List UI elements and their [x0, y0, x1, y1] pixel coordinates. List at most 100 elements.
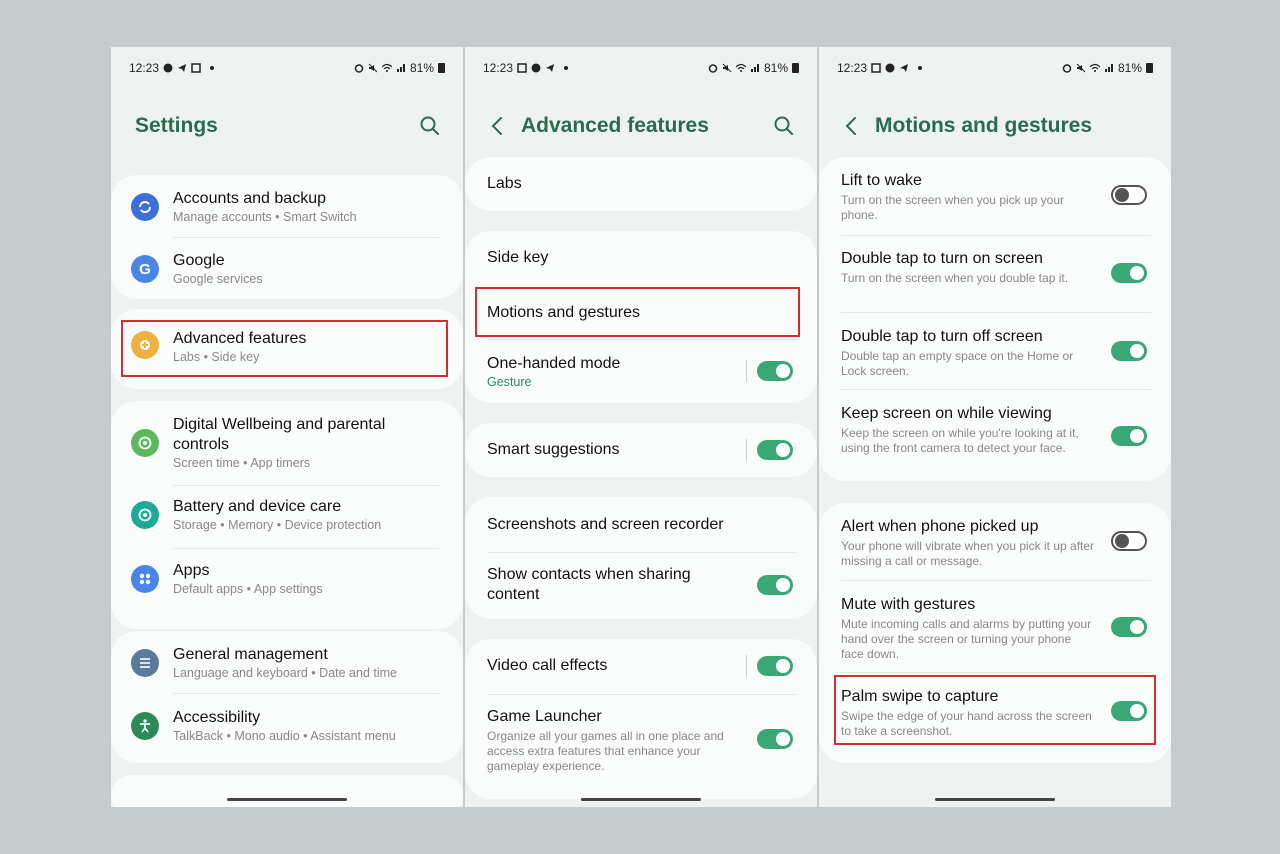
heart-icon	[131, 429, 159, 457]
setting-description: Mute incoming calls and alarms by puttin…	[841, 617, 1092, 661]
separator	[746, 439, 747, 461]
settings-item-title: Apps	[173, 562, 210, 579]
menu-item-video-call-effects[interactable]: Video call effects	[487, 656, 797, 676]
setting-alert-picked-up[interactable]: Alert when phone picked up Your phone wi…	[841, 517, 1095, 569]
setting-title: Lift to wake	[841, 172, 922, 189]
search-icon[interactable]	[419, 115, 441, 137]
menu-item-smart-suggestions[interactable]: Smart suggestions	[487, 440, 797, 460]
divider	[173, 693, 439, 694]
app-bar: Motions and gestures	[819, 109, 1171, 143]
menu-item-title: One-handed mode	[487, 355, 621, 372]
status-bar: 12:23 81%	[837, 61, 1153, 75]
setting-title: Alert when phone picked up	[841, 518, 1039, 535]
menu-item-labs[interactable]: Labs	[487, 174, 797, 194]
settings-item-accounts[interactable]: Accounts and backup Manage accounts • Sm…	[111, 189, 463, 233]
mute-icon	[368, 63, 378, 73]
settings-item-subtitle: Google services	[173, 272, 263, 286]
search-icon[interactable]	[773, 115, 795, 137]
video-call-effects-toggle[interactable]	[757, 656, 793, 676]
google-icon: G	[131, 255, 159, 283]
message-icon	[531, 63, 541, 73]
back-arrow-icon[interactable]	[833, 109, 869, 143]
menu-item-game-launcher[interactable]: Game Launcher Organize all your games al…	[487, 707, 737, 774]
battery-icon	[792, 63, 799, 73]
settings-item-apps[interactable]: Apps Default apps • App settings	[111, 561, 463, 605]
settings-item-general-management[interactable]: General management Language and keyboard…	[111, 645, 463, 689]
signal-icon	[1104, 64, 1113, 72]
gallery-icon	[191, 63, 201, 73]
mute-with-gestures-toggle[interactable]	[1111, 617, 1147, 637]
settings-item-title: General management	[173, 646, 328, 663]
battery-icon	[1146, 63, 1153, 73]
home-indicator[interactable]	[581, 798, 701, 801]
screenshots-card: Screenshots and screen recorder Show con…	[465, 497, 817, 619]
status-time: 12:23	[483, 61, 514, 75]
one-handed-mode-toggle[interactable]	[757, 361, 793, 381]
setting-mute-with-gestures[interactable]: Mute with gestures Mute incoming calls a…	[841, 595, 1095, 662]
status-bar: 12:23 81%	[483, 61, 799, 75]
smart-suggestions-toggle[interactable]	[757, 440, 793, 460]
lift-to-wake-toggle[interactable]	[1111, 185, 1147, 205]
settings-item-battery[interactable]: Battery and device care Storage • Memory…	[111, 497, 463, 541]
settings-item-title: Accounts and backup	[173, 190, 326, 207]
wake-card: Lift to wake Turn on the screen when you…	[819, 157, 1171, 481]
menu-item-show-contacts[interactable]: Show contacts when sharing content	[487, 565, 737, 605]
settings-item-google[interactable]: G Google Google services	[111, 251, 463, 295]
sync-icon	[131, 193, 159, 221]
setting-title: Keep screen on while viewing	[841, 405, 1052, 422]
divider	[173, 237, 439, 238]
telegram-icon	[900, 64, 909, 72]
wifi-icon	[1089, 63, 1100, 72]
menu-item-description: Organize all your games all in one place…	[487, 729, 724, 773]
menu-item-one-handed-mode[interactable]: One-handed mode Gesture	[487, 354, 797, 390]
menu-item-title: Smart suggestions	[487, 441, 620, 458]
double-tap-off-toggle[interactable]	[1111, 341, 1147, 361]
settings-card-wellbeing: Digital Wellbeing and parental controls …	[111, 401, 463, 629]
menu-item-title: Labs	[487, 175, 522, 192]
settings-item-title: Google	[173, 252, 225, 269]
settings-item-accessibility[interactable]: Accessibility TalkBack • Mono audio • As…	[111, 708, 463, 752]
settings-screen: 12:23 81% Settings Accounts and backup M…	[111, 47, 463, 807]
settings-item-digital-wellbeing[interactable]: Digital Wellbeing and parental controls …	[111, 415, 463, 475]
alert-picked-up-toggle[interactable]	[1111, 531, 1147, 551]
highlight-box	[475, 287, 800, 337]
labs-card: Labs	[465, 157, 817, 211]
home-indicator[interactable]	[935, 798, 1055, 801]
apps-grid-icon	[131, 565, 159, 593]
status-time: 12:23	[837, 61, 868, 75]
double-tap-on-toggle[interactable]	[1111, 263, 1147, 283]
page-title: Advanced features	[521, 114, 709, 137]
back-arrow-icon[interactable]	[479, 109, 515, 143]
mute-icon	[722, 63, 732, 73]
settings-item-title: Accessibility	[173, 709, 261, 726]
setting-lift-to-wake[interactable]: Lift to wake Turn on the screen when you…	[841, 171, 1095, 223]
app-bar: Settings	[111, 109, 463, 143]
alarm-icon	[354, 64, 364, 73]
menu-item-screenshots[interactable]: Screenshots and screen recorder	[487, 515, 797, 535]
setting-keep-screen-on[interactable]: Keep screen on while viewing Keep the sc…	[841, 404, 1095, 456]
setting-double-tap-off[interactable]: Double tap to turn off screen Double tap…	[841, 327, 1095, 379]
menu-item-side-key[interactable]: Side key	[487, 248, 797, 268]
setting-description: Turn on the screen when you double tap i…	[841, 271, 1069, 285]
battery-percent: 81%	[1117, 61, 1142, 75]
divider	[487, 694, 797, 695]
menu-item-title: Side key	[487, 249, 549, 266]
telegram-icon	[546, 64, 555, 72]
battery-icon	[438, 63, 445, 73]
settings-item-subtitle: Default apps • App settings	[173, 582, 323, 596]
settings-item-title: Digital Wellbeing and parental controls	[173, 416, 386, 453]
home-indicator[interactable]	[227, 798, 347, 801]
keep-screen-on-toggle[interactable]	[1111, 426, 1147, 446]
alarm-icon	[1062, 64, 1072, 73]
signal-icon	[396, 64, 405, 72]
setting-description: Keep the screen on while you're looking …	[841, 426, 1079, 455]
show-contacts-toggle[interactable]	[757, 575, 793, 595]
sliders-icon	[131, 649, 159, 677]
telegram-icon	[178, 64, 187, 72]
game-launcher-toggle[interactable]	[757, 729, 793, 749]
notification-dot	[918, 66, 923, 70]
menu-item-title: Video call effects	[487, 657, 608, 674]
gallery-icon	[517, 63, 527, 73]
setting-double-tap-on[interactable]: Double tap to turn on screen Turn on the…	[841, 249, 1095, 286]
divider	[173, 485, 439, 486]
